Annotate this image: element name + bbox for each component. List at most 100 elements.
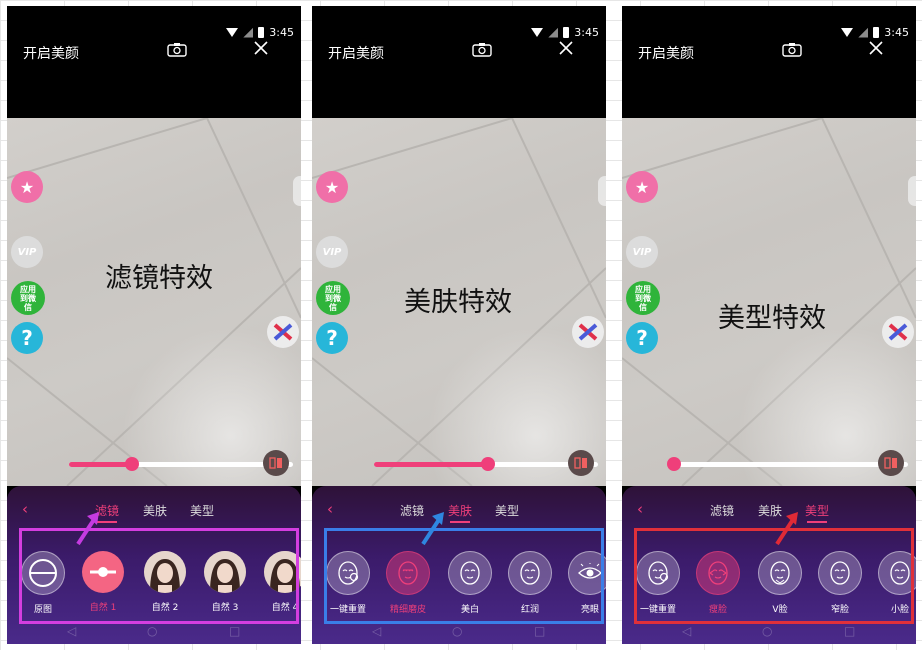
highlight-box bbox=[19, 528, 299, 624]
active-tab-underline bbox=[450, 521, 470, 523]
status-bar: 3:45 bbox=[226, 26, 294, 39]
annotation-arrow bbox=[421, 512, 444, 546]
status-time: 3:45 bbox=[884, 26, 909, 39]
tab-2[interactable]: 美肤 bbox=[448, 502, 472, 519]
help-icon: ? bbox=[326, 326, 338, 350]
back-chevron-icon[interactable]: ‹ bbox=[637, 500, 643, 518]
phone-screen-1: 3:45 开启美颜 ★ VIP 应用到微信? 滤镜特效 ‹ 滤镜 美肤 美型 原图 自然 1 自然 2自… bbox=[7, 6, 301, 644]
star-icon: ★ bbox=[634, 177, 650, 197]
vip-button[interactable]: VIP bbox=[11, 236, 43, 268]
effect-tabs: ‹ 滤镜 美肤 美型 bbox=[312, 500, 606, 520]
x-logo-icon[interactable] bbox=[267, 316, 299, 348]
camera-switch-icon[interactable] bbox=[782, 42, 802, 57]
effect-tabs: ‹ 滤镜 美肤 美型 bbox=[7, 500, 301, 520]
compare-button[interactable] bbox=[878, 450, 904, 476]
close-icon[interactable] bbox=[558, 40, 574, 56]
nav-home-icon[interactable]: ○ bbox=[452, 624, 462, 638]
wifi-icon bbox=[841, 28, 854, 37]
sticker-star-button[interactable]: ★ bbox=[316, 171, 348, 203]
effect-caption: 美肤特效 bbox=[404, 287, 512, 318]
wifi-icon bbox=[226, 28, 239, 37]
nav-back-icon[interactable]: ◁ bbox=[682, 624, 691, 638]
help-icon: ? bbox=[21, 326, 33, 350]
edge-tab[interactable] bbox=[908, 176, 916, 206]
x-logo-icon[interactable] bbox=[882, 316, 914, 348]
wifi-icon bbox=[531, 28, 544, 37]
vip-label: VIP bbox=[632, 246, 652, 258]
nav-back-icon[interactable]: ◁ bbox=[372, 624, 381, 638]
back-chevron-icon[interactable]: ‹ bbox=[22, 500, 28, 518]
camera-switch-icon[interactable] bbox=[167, 42, 187, 57]
nav-home-icon[interactable]: ○ bbox=[762, 624, 772, 638]
x-logo-icon[interactable] bbox=[572, 316, 604, 348]
help-icon: ? bbox=[636, 326, 648, 350]
compare-button[interactable] bbox=[263, 450, 289, 476]
beauty-title: 开启美颜 bbox=[23, 46, 79, 62]
sticker-star-button[interactable]: ★ bbox=[11, 171, 43, 203]
slider-fill bbox=[374, 462, 489, 467]
status-bar: 3:45 bbox=[531, 26, 599, 39]
annotation-arrow bbox=[775, 512, 798, 546]
no-signal-icon bbox=[243, 27, 254, 38]
edge-tab[interactable] bbox=[293, 176, 301, 206]
intensity-slider[interactable] bbox=[374, 457, 598, 471]
compare-button[interactable] bbox=[568, 450, 594, 476]
nav-recent-icon[interactable]: □ bbox=[844, 624, 855, 638]
vip-label: VIP bbox=[17, 246, 37, 258]
tab-3[interactable]: 美型 bbox=[190, 502, 214, 519]
slider-knob[interactable] bbox=[667, 457, 681, 471]
tab-3[interactable]: 美型 bbox=[495, 502, 519, 519]
no-signal-icon bbox=[858, 27, 869, 38]
close-icon[interactable] bbox=[253, 40, 269, 56]
help-button[interactable]: ? bbox=[316, 322, 348, 354]
help-button[interactable]: ? bbox=[626, 322, 658, 354]
wechat-label: 应用到微信 bbox=[325, 284, 341, 312]
edge-tab[interactable] bbox=[598, 176, 606, 206]
camera-switch-icon[interactable] bbox=[472, 42, 492, 57]
tab-3[interactable]: 美型 bbox=[805, 502, 829, 519]
tab-2[interactable]: 美肤 bbox=[143, 502, 167, 519]
intensity-slider[interactable] bbox=[69, 457, 293, 471]
nav-recent-icon[interactable]: □ bbox=[229, 624, 240, 638]
phone-screen-2: 3:45 开启美颜 ★ VIP 应用到微信? 美肤特效 ‹ 滤镜 美肤 美型 一键重置 精细磨皮 美白红… bbox=[312, 6, 606, 644]
back-chevron-icon[interactable]: ‹ bbox=[327, 500, 333, 518]
help-button[interactable]: ? bbox=[11, 322, 43, 354]
no-signal-icon bbox=[548, 27, 559, 38]
annotation-arrow bbox=[76, 512, 99, 546]
star-icon: ★ bbox=[324, 177, 340, 197]
close-icon[interactable] bbox=[868, 40, 884, 56]
beauty-title: 开启美颜 bbox=[638, 46, 694, 62]
camera-preview bbox=[7, 118, 301, 486]
apply-to-wechat-button[interactable]: 应用到微信 bbox=[316, 281, 350, 315]
wechat-label: 应用到微信 bbox=[20, 284, 36, 312]
vip-button[interactable]: VIP bbox=[316, 236, 348, 268]
effect-caption: 美型特效 bbox=[718, 303, 826, 334]
slider-fill bbox=[69, 462, 132, 467]
apply-to-wechat-button[interactable]: 应用到微信 bbox=[11, 281, 45, 315]
slider-knob[interactable] bbox=[124, 457, 139, 471]
status-time: 3:45 bbox=[574, 26, 599, 39]
vip-button[interactable]: VIP bbox=[626, 236, 658, 268]
status-bar: 3:45 bbox=[841, 26, 909, 39]
top-bar: 3:45 开启美颜 bbox=[312, 6, 606, 118]
effect-tabs: ‹ 滤镜 美肤 美型 bbox=[622, 500, 916, 520]
top-bar: 3:45 开启美颜 bbox=[7, 6, 301, 118]
wechat-label: 应用到微信 bbox=[635, 284, 651, 312]
battery-icon bbox=[873, 27, 880, 38]
battery-icon bbox=[563, 27, 570, 38]
sticker-star-button[interactable]: ★ bbox=[626, 171, 658, 203]
status-time: 3:45 bbox=[269, 26, 294, 39]
intensity-slider[interactable] bbox=[667, 457, 908, 471]
highlight-box bbox=[324, 528, 604, 624]
star-icon: ★ bbox=[19, 177, 35, 197]
nav-back-icon[interactable]: ◁ bbox=[67, 624, 76, 638]
nav-home-icon[interactable]: ○ bbox=[147, 624, 157, 638]
tab-1[interactable]: 滤镜 bbox=[710, 502, 734, 519]
apply-to-wechat-button[interactable]: 应用到微信 bbox=[626, 281, 660, 315]
phone-screen-3: 3:45 开启美颜 ★ VIP 应用到微信? 美型特效 ‹ 滤镜 美肤 美型 一键重置 瘦脸 V脸 窄脸小… bbox=[622, 6, 916, 644]
effect-caption: 滤镜特效 bbox=[105, 263, 213, 294]
active-tab-underline bbox=[807, 521, 827, 523]
top-bar: 3:45 开启美颜 bbox=[622, 6, 916, 118]
nav-recent-icon[interactable]: □ bbox=[534, 624, 545, 638]
battery-icon bbox=[258, 27, 265, 38]
